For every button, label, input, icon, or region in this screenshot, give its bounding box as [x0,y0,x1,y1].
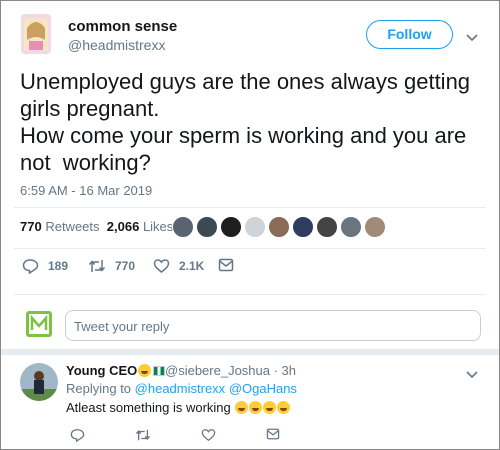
retweets-label[interactable]: Retweets [45,219,99,234]
reply-author-name-text: Young CEO [66,363,138,378]
liker-avatar[interactable] [340,216,362,238]
tweet-text-line: Unemployed guys are the ones always gett… [20,69,471,94]
dm-action[interactable] [218,258,243,272]
liker-avatar[interactable] [316,216,338,238]
tweet-timestamp[interactable]: 6:59 AM - 16 Mar 2019 [20,183,152,198]
reply-time[interactable]: · 3h [274,363,296,378]
reply-input[interactable]: Tweet your reply [65,310,481,341]
reply-author-avatar[interactable] [20,363,58,401]
liker-avatar[interactable] [292,216,314,238]
dm-action[interactable] [266,428,289,440]
reply-author-handle[interactable]: @siebere_Joshua [165,363,270,378]
follow-button[interactable]: Follow [366,20,453,49]
laughing-emoji-icon [235,401,249,414]
reply-action[interactable] [70,428,94,442]
smile-emoji-icon [138,364,152,377]
retweet-icon [135,429,151,441]
reply-text: Atleast something is working [66,400,291,415]
like-action[interactable]: 2.1K [153,258,204,274]
divider [14,248,486,249]
reply-meta: @siebere_Joshua · 3h [165,363,296,378]
retweets-count[interactable]: 770 [20,219,42,234]
reply-icon [70,429,85,442]
section-divider [1,349,499,355]
laughing-emoji-icon [249,401,263,414]
tweet-text-line: How come your sperm is working and you a… [20,123,467,148]
reply-text-content: Atleast something is working [66,400,231,415]
retweet-action[interactable]: 770 [88,258,135,274]
heart-icon [153,259,170,273]
dm-icon [218,258,234,272]
like-action[interactable] [201,428,225,442]
reply-author-name[interactable]: Young CEO [66,363,166,378]
liker-avatar[interactable] [244,216,266,238]
reply-icon [22,259,39,274]
tweet-text-line: girls pregnant. [20,96,160,121]
author-handle[interactable]: @headmistrexx [68,37,165,53]
divider [14,294,486,295]
tweet-text: Unemployed guys are the ones always gett… [20,68,490,176]
tweet-text-line: not working? [20,150,151,175]
heart-icon [201,429,216,442]
author-name[interactable]: common sense [68,18,177,35]
liker-avatar[interactable] [196,216,218,238]
author-avatar[interactable] [21,14,51,54]
current-user-avatar[interactable] [26,311,52,337]
reply-count: 189 [48,259,69,273]
mention-link[interactable]: @headmistrexx [135,381,226,396]
likes-label[interactable]: Likes [143,219,173,234]
mention-link[interactable]: @OgaHans [229,381,297,396]
replying-to: Replying to @headmistrexx @OgaHans [66,381,297,396]
nigeria-flag-icon [153,366,166,376]
laughing-emoji-icon [277,401,291,414]
liker-avatar[interactable] [172,216,194,238]
liker-avatar[interactable] [364,216,386,238]
replying-prefix: Replying to [66,381,132,396]
chevron-down-icon[interactable] [466,366,478,384]
reply-action[interactable]: 189 [22,258,68,274]
like-count: 2.1K [179,259,205,273]
dm-icon [266,428,280,440]
engagement-counts: 770 Retweets 2,066 Likes [20,219,173,234]
retweet-action[interactable] [135,428,160,442]
chevron-down-icon[interactable] [466,29,478,47]
likes-count[interactable]: 2,066 [107,219,140,234]
laughing-emoji-icon [263,401,277,414]
liker-avatar[interactable] [268,216,290,238]
retweet-count: 770 [115,259,136,273]
retweet-icon [88,260,106,272]
divider [14,207,486,208]
liker-avatar[interactable] [220,216,242,238]
